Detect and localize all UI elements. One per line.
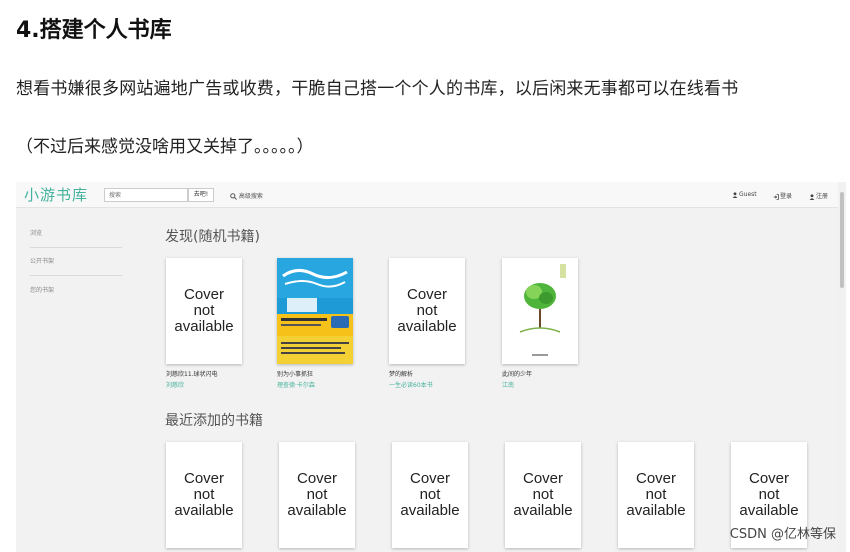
book-card[interactable]: 此间的少年 江南	[502, 258, 578, 389]
scrollbar[interactable]	[838, 182, 846, 552]
login-label: 登录	[780, 193, 793, 200]
book-cover-art	[502, 258, 578, 364]
book-card[interactable]: Cover not available 梦的解析 一生必读60本书	[389, 258, 465, 389]
cover-text: available	[174, 318, 234, 335]
book-author[interactable]: 江南	[502, 380, 578, 389]
book-card[interactable]: Cover not available	[279, 442, 355, 548]
book-card[interactable]: 别为小事抓狂 理查德·卡尔森	[277, 258, 353, 389]
sidebar-item-your-shelves[interactable]: 您的书架	[30, 285, 122, 304]
cover-text: available	[397, 318, 457, 335]
recent-section-title: 最近添加的书籍	[165, 413, 263, 429]
book-title[interactable]: 梦的解析	[389, 369, 465, 378]
book-cover-image[interactable]	[277, 258, 353, 364]
article-paragraph: 想看书嫌很多网站遍地广告或收费，干脆自己搭一个个人的书库，以后闲来无事都可以在线…	[16, 79, 739, 99]
book-author[interactable]: 刘慈欣	[166, 380, 242, 389]
article-heading: 4.搭建个人书库	[16, 18, 172, 43]
book-title[interactable]: 此间的少年	[502, 369, 578, 378]
advanced-search-label: 高级搜索	[238, 193, 263, 200]
search-input[interactable]	[104, 188, 188, 202]
cover-text: available	[739, 502, 799, 519]
user-icon	[732, 191, 738, 198]
app-navbar: 小游书库 去吧! 高级搜索 Guest 登录 注册	[16, 182, 838, 208]
book-cover[interactable]: Cover not available	[166, 442, 242, 548]
user-plus-icon	[809, 193, 815, 200]
cover-text: not	[419, 486, 441, 503]
discover-section-title: 发现(随机书籍)	[165, 229, 260, 245]
cover-text: not	[193, 302, 215, 319]
book-card[interactable]: Cover not available	[505, 442, 581, 548]
search-icon	[230, 193, 237, 200]
book-cover[interactable]: Cover not available	[166, 258, 242, 364]
watermark: CSDN @亿林等保	[729, 527, 836, 542]
cover-text: not	[645, 486, 667, 503]
book-card[interactable]: Cover not available	[166, 442, 242, 548]
article-note: （不过后来感觉没啥用又关掉了。。。。。）	[16, 137, 314, 157]
cover-text: available	[174, 502, 234, 519]
book-cover-image[interactable]	[502, 258, 578, 364]
cover-text: available	[400, 502, 460, 519]
cover-text: not	[532, 486, 554, 503]
cover-text: not	[306, 486, 328, 503]
guest-label: Guest	[739, 191, 757, 198]
cover-text: Cover	[522, 470, 563, 487]
book-author[interactable]: 一生必读60本书	[389, 380, 465, 389]
book-title[interactable]: 别为小事抓狂	[277, 369, 353, 378]
cover-text: Cover	[635, 470, 676, 487]
book-cover-art	[277, 258, 353, 364]
book-title[interactable]: 刘慈欣11.球状闪电	[166, 369, 242, 378]
book-cover[interactable]: Cover not available	[618, 442, 694, 548]
sidebar-item-public-shelves[interactable]: 公开书架	[30, 256, 122, 276]
cover-text: not	[416, 302, 438, 319]
cover-text: available	[626, 502, 686, 519]
book-cover[interactable]: Cover not available	[389, 258, 465, 364]
guest-link[interactable]: Guest	[732, 191, 757, 198]
library-screenshot: 小游书库 去吧! 高级搜索 Guest 登录 注册 浏览 公开书架 您的书架 发…	[16, 182, 846, 552]
cover-text: Cover	[183, 470, 224, 487]
sidebar-item-browse[interactable]: 浏览	[30, 228, 122, 248]
cover-text: Cover	[296, 470, 337, 487]
register-link[interactable]: 注册	[809, 191, 828, 200]
advanced-search-link[interactable]: 高级搜索	[230, 191, 263, 200]
book-cover[interactable]: Cover not available	[505, 442, 581, 548]
cover-text: Cover	[409, 470, 450, 487]
book-cover[interactable]: Cover not available	[279, 442, 355, 548]
book-cover[interactable]: Cover not available	[392, 442, 468, 548]
cover-text: available	[513, 502, 573, 519]
book-card[interactable]: Cover not available	[392, 442, 468, 548]
scrollbar-thumb[interactable]	[840, 192, 844, 288]
cover-text: not	[758, 486, 780, 503]
book-card[interactable]: Cover not available 刘慈欣11.球状闪电 刘慈欣	[166, 258, 242, 389]
search-button[interactable]: 去吧!	[188, 188, 214, 202]
register-label: 注册	[816, 193, 829, 200]
cover-text: not	[193, 486, 215, 503]
cover-text: Cover	[406, 286, 447, 303]
cover-text: available	[287, 502, 347, 519]
cover-text: Cover	[183, 286, 224, 303]
cover-text: Cover	[748, 470, 789, 487]
book-card[interactable]: Cover not available	[618, 442, 694, 548]
login-icon	[773, 193, 779, 200]
book-author[interactable]: 理查德·卡尔森	[277, 380, 353, 389]
login-link[interactable]: 登录	[773, 191, 792, 200]
brand-logo[interactable]: 小游书库	[24, 184, 88, 205]
